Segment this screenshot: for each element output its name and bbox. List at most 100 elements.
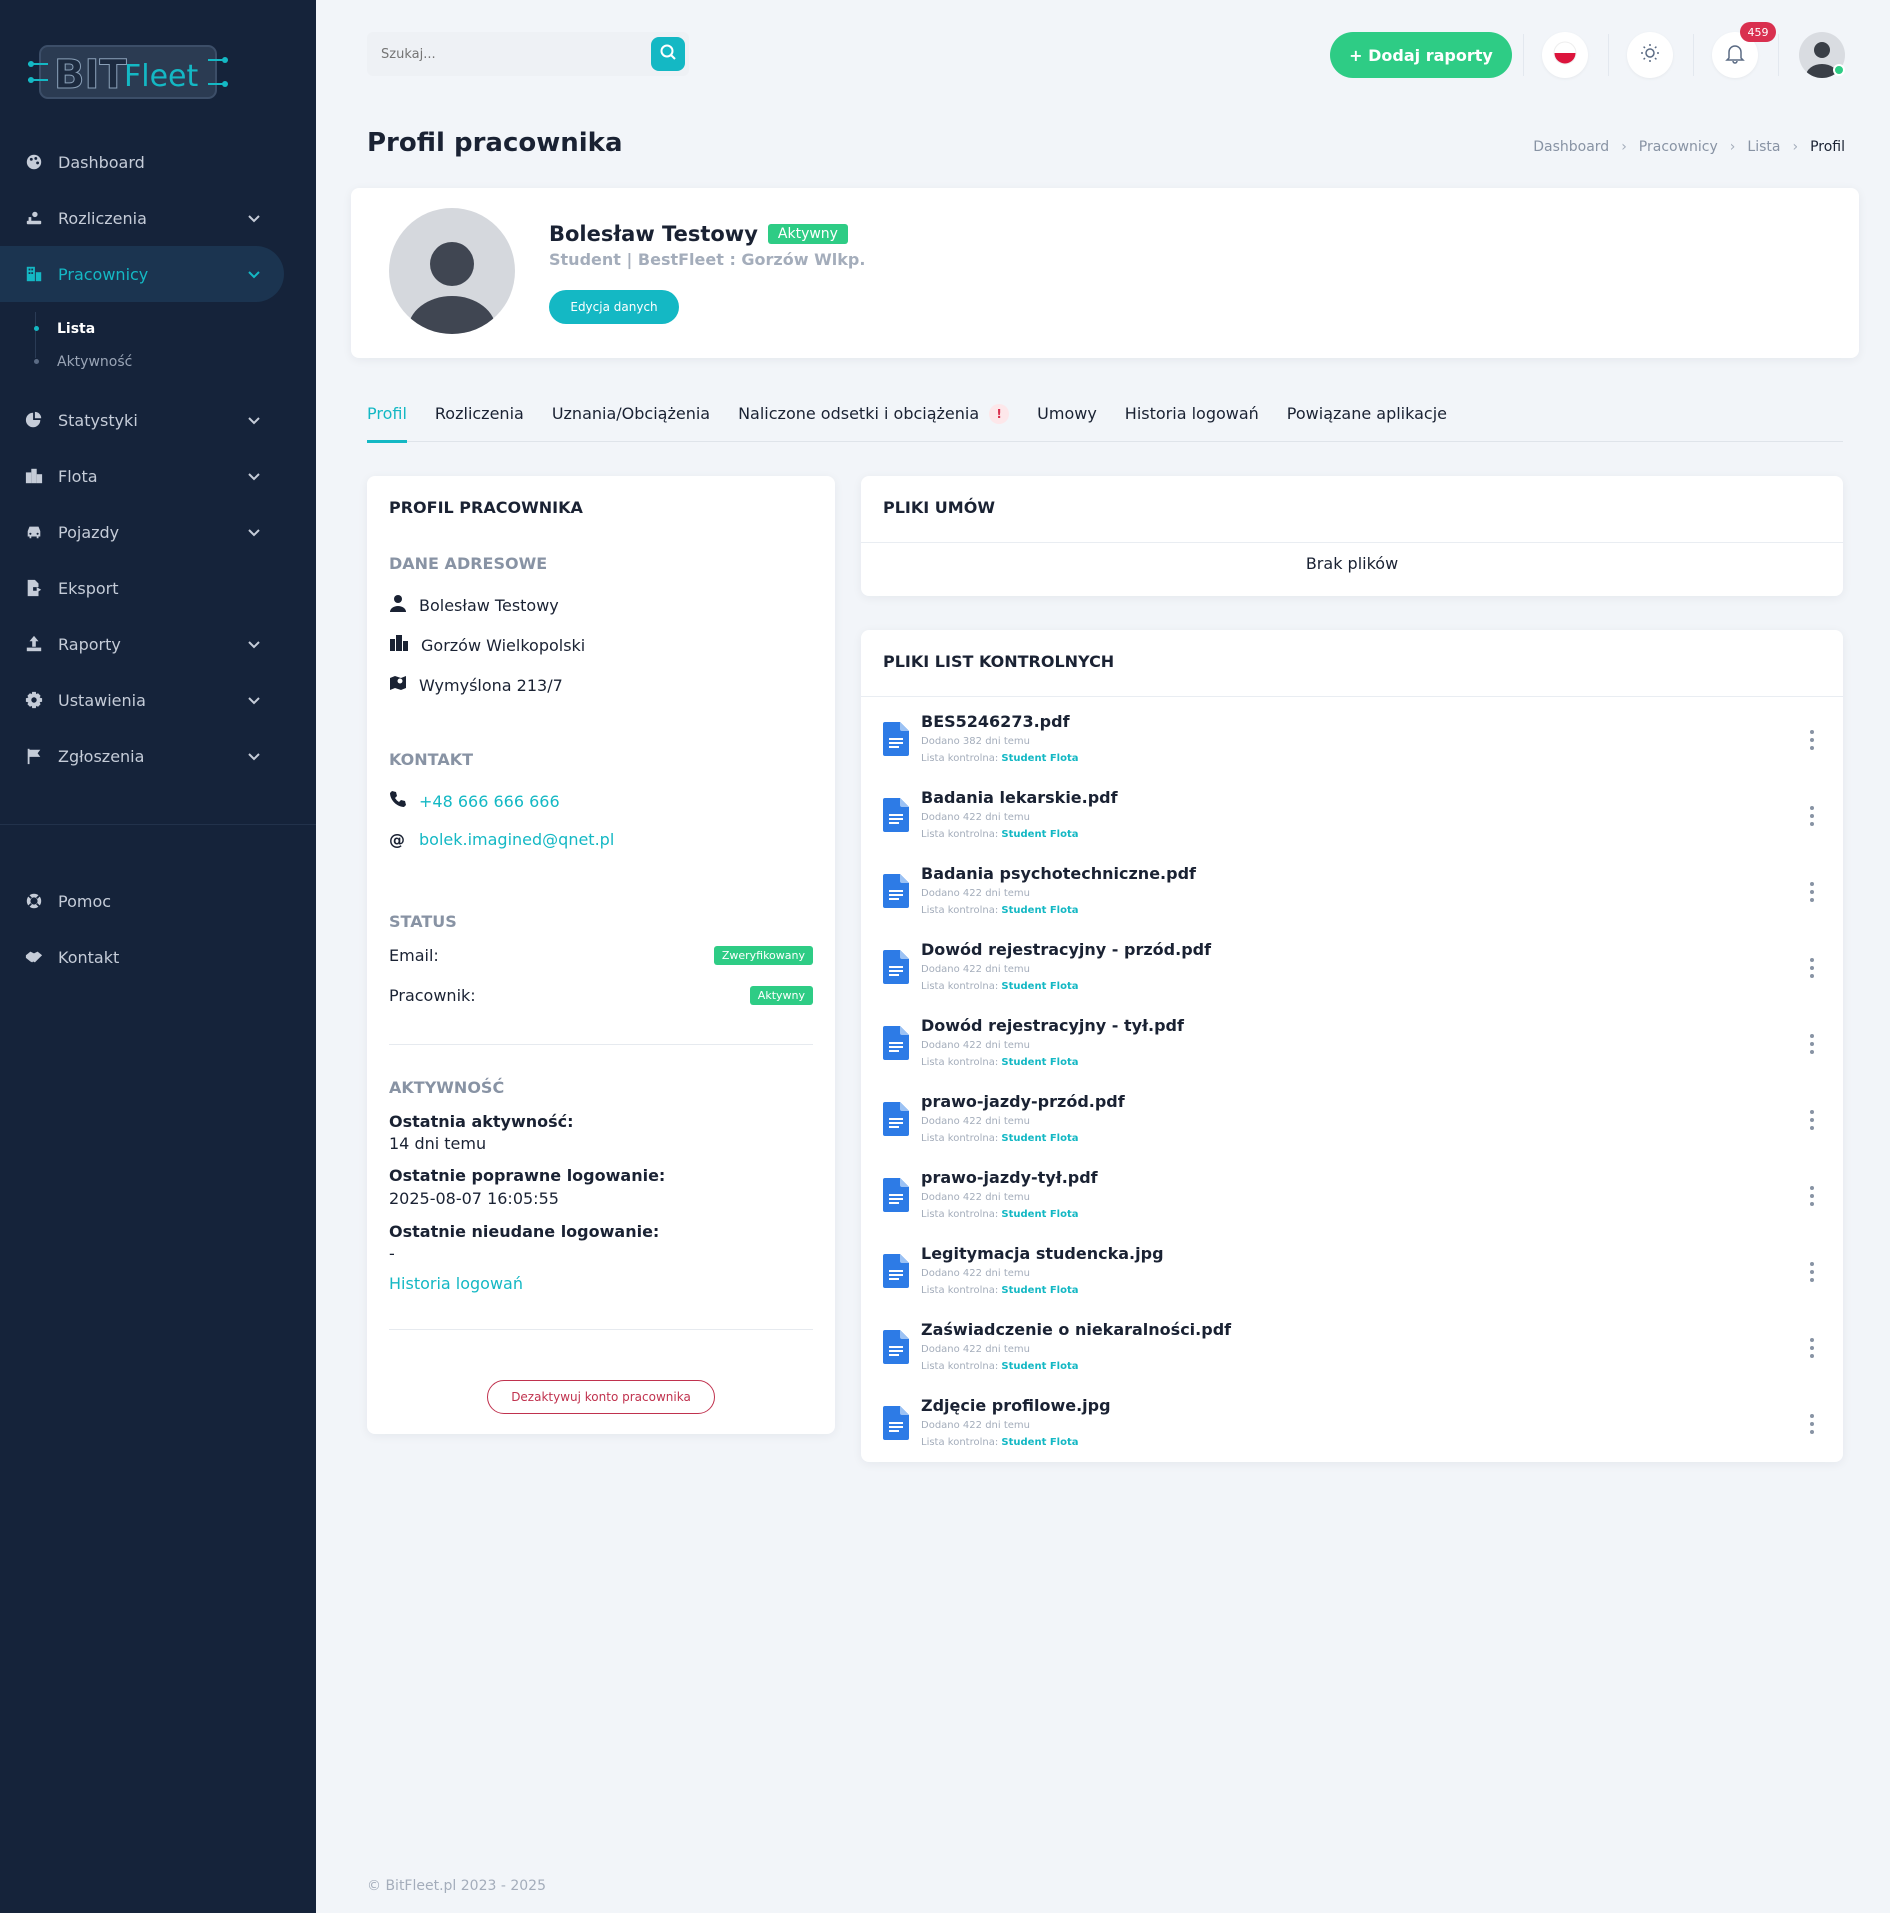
file-row[interactable]: prawo-jazdy-tył.pdf Dodano 422 dni temu Li… xyxy=(883,1158,1823,1234)
lifebuoy-icon xyxy=(24,891,44,911)
nav-item-pomoc[interactable]: Pomoc xyxy=(0,873,316,929)
nav-label: Zgłoszenia xyxy=(58,746,145,766)
search-input[interactable] xyxy=(367,32,627,76)
add-report-button[interactable]: + Dodaj raporty xyxy=(1330,32,1512,78)
checklist-label: Lista kontrolna: xyxy=(921,1057,999,1068)
sun-icon xyxy=(1639,42,1661,68)
tab-naliczone-odsetki[interactable]: Naliczone odsetki i obciążenia ! xyxy=(738,400,1010,442)
hand-coins-icon xyxy=(24,208,44,228)
topbar-divider xyxy=(1693,34,1694,76)
file-row[interactable]: Zaświadczenie o niekaralności.pdf Dodano … xyxy=(883,1310,1823,1386)
file-row[interactable]: Dowód rejestracyjny - przód.pdf Dodano 42… xyxy=(883,930,1823,1006)
file-name[interactable]: Zaświadczenie o niekaralności.pdf xyxy=(921,1320,1231,1339)
file-added: Dodano 422 dni temu xyxy=(921,812,1030,823)
pie-chart-icon xyxy=(24,410,44,430)
profile-avatar xyxy=(389,208,515,334)
file-row[interactable]: Dowód rejestracyjny - tył.pdf Dodano 422 … xyxy=(883,1006,1823,1082)
divider xyxy=(861,542,1843,543)
nav-item-raporty[interactable]: Raporty xyxy=(0,616,316,672)
file-name[interactable]: Dowód rejestracyjny - przód.pdf xyxy=(921,940,1211,959)
email-link[interactable]: bolek.imagined@qnet.pl xyxy=(419,830,614,849)
file-name[interactable]: prawo-jazdy-tył.pdf xyxy=(921,1168,1098,1187)
nav-label: Rozliczenia xyxy=(58,208,147,228)
tab-uznania-obciazenia[interactable]: Uznania/Obciążenia xyxy=(552,400,710,442)
login-history-link[interactable]: Historia logowań xyxy=(389,1274,523,1293)
nav-item-statystyki[interactable]: Statystyki xyxy=(0,392,316,448)
file-name[interactable]: Zdjęcie profilowe.jpg xyxy=(921,1396,1111,1415)
nav-item-eksport[interactable]: Eksport xyxy=(0,560,316,616)
file-name[interactable]: Dowód rejestracyjny - tył.pdf xyxy=(921,1016,1184,1035)
nav-label: Dashboard xyxy=(58,152,145,172)
more-vertical-icon[interactable] xyxy=(1809,1414,1815,1434)
phone-link[interactable]: +48 666 666 666 xyxy=(419,792,560,811)
more-vertical-icon[interactable] xyxy=(1809,958,1815,978)
profile-name: Bolesław Testowy xyxy=(549,222,758,246)
subnav-item-lista[interactable]: Lista xyxy=(34,312,316,345)
nav-item-pracownicy[interactable]: Pracownicy xyxy=(0,246,284,302)
deactivate-account-button[interactable]: Dezaktywuj konto pracownika xyxy=(487,1380,715,1414)
more-vertical-icon[interactable] xyxy=(1809,1034,1815,1054)
breadcrumb-lista[interactable]: Lista xyxy=(1747,139,1780,155)
breadcrumb-pracownicy[interactable]: Pracownicy xyxy=(1639,139,1718,155)
more-vertical-icon[interactable] xyxy=(1809,806,1815,826)
checklist-name: Student Flota xyxy=(1001,1437,1079,1448)
file-added: Dodano 422 dni temu xyxy=(921,888,1030,899)
file-row[interactable]: BES5246273.pdf Dodano 382 dni temu Lista k… xyxy=(883,702,1823,778)
search-button[interactable] xyxy=(651,37,685,71)
more-vertical-icon[interactable] xyxy=(1809,882,1815,902)
users-building-icon xyxy=(24,264,44,284)
checklist-label: Lista kontrolna: xyxy=(921,753,999,764)
file-name[interactable]: BES5246273.pdf xyxy=(921,712,1070,731)
bell-icon xyxy=(1724,42,1746,68)
file-name[interactable]: Badania lekarskie.pdf xyxy=(921,788,1118,807)
activity-value: 2025-08-07 16:05:55 xyxy=(389,1189,559,1208)
more-vertical-icon[interactable] xyxy=(1809,1262,1815,1282)
more-vertical-icon[interactable] xyxy=(1809,1110,1815,1130)
status-header: STATUS xyxy=(389,912,457,931)
edit-data-button[interactable]: Edycja danych xyxy=(549,290,679,324)
nav-label: Pracownicy xyxy=(58,264,149,284)
file-row[interactable]: Badania psychotechniczne.pdf Dodano 422 d… xyxy=(883,854,1823,930)
profile-subtitle: Student | BestFleet : Gorzów Wlkp. xyxy=(549,250,866,269)
chevron-right-icon: › xyxy=(1621,139,1627,155)
more-vertical-icon[interactable] xyxy=(1809,1186,1815,1206)
theme-toggle-button[interactable] xyxy=(1627,32,1673,78)
tab-historia-logowan[interactable]: Historia logowań xyxy=(1125,400,1259,442)
nav-label: Kontakt xyxy=(58,947,120,967)
tab-powiazane-aplikacje[interactable]: Powiązane aplikacje xyxy=(1287,400,1447,442)
svg-text:Fleet: Fleet xyxy=(124,59,199,94)
breadcrumb-dashboard[interactable]: Dashboard xyxy=(1533,139,1609,155)
tab-rozliczenia[interactable]: Rozliczenia xyxy=(435,400,524,442)
city-icon xyxy=(24,466,44,486)
more-vertical-icon[interactable] xyxy=(1809,1338,1815,1358)
tab-profil[interactable]: Profil xyxy=(367,400,407,443)
checklist-files-panel: PLIKI LIST KONTROLNYCH BES5246273.pdf Dod… xyxy=(861,630,1843,1462)
nav-label: Eksport xyxy=(58,578,119,598)
file-checklist: Lista kontrolna: Student Flota xyxy=(921,753,1079,764)
nav-item-pojazdy[interactable]: Pojazdy xyxy=(0,504,316,560)
nav-item-ustawienia[interactable]: Ustawienia xyxy=(0,672,316,728)
sidebar: BIT Fleet Dashboard Rozliczenia Pracowni… xyxy=(0,0,316,1913)
profile-tabs: Profil Rozliczenia Uznania/Obciążenia Na… xyxy=(367,400,1843,443)
nav-item-kontakt[interactable]: Kontakt xyxy=(0,929,316,985)
file-row[interactable]: prawo-jazdy-przód.pdf Dodano 422 dni temu… xyxy=(883,1082,1823,1158)
more-vertical-icon[interactable] xyxy=(1809,730,1815,750)
bitfleet-logo[interactable]: BIT Fleet xyxy=(28,40,228,104)
document-icon xyxy=(883,1102,909,1136)
file-name[interactable]: prawo-jazdy-przód.pdf xyxy=(921,1092,1125,1111)
file-name[interactable]: Legitymacja studencka.jpg xyxy=(921,1244,1164,1263)
tab-umowy[interactable]: Umowy xyxy=(1037,400,1097,442)
document-icon xyxy=(883,950,909,984)
nav-item-zgloszenia[interactable]: Zgłoszenia xyxy=(0,728,316,784)
language-button[interactable] xyxy=(1542,32,1588,78)
document-icon xyxy=(883,722,909,756)
tab-label: Naliczone odsetki i obciążenia xyxy=(738,404,980,423)
file-row[interactable]: Legitymacja studencka.jpg Dodano 422 dni … xyxy=(883,1234,1823,1310)
nav-item-dashboard[interactable]: Dashboard xyxy=(0,134,316,190)
nav-item-rozliczenia[interactable]: Rozliczenia xyxy=(0,190,316,246)
file-row[interactable]: Zdjęcie profilowe.jpg Dodano 422 dni temu… xyxy=(883,1386,1823,1462)
subnav-item-aktywnosc[interactable]: Aktywność xyxy=(34,345,316,378)
file-name[interactable]: Badania psychotechniczne.pdf xyxy=(921,864,1196,883)
nav-item-flota[interactable]: Flota xyxy=(0,448,316,504)
file-row[interactable]: Badania lekarskie.pdf Dodano 422 dni temu… xyxy=(883,778,1823,854)
